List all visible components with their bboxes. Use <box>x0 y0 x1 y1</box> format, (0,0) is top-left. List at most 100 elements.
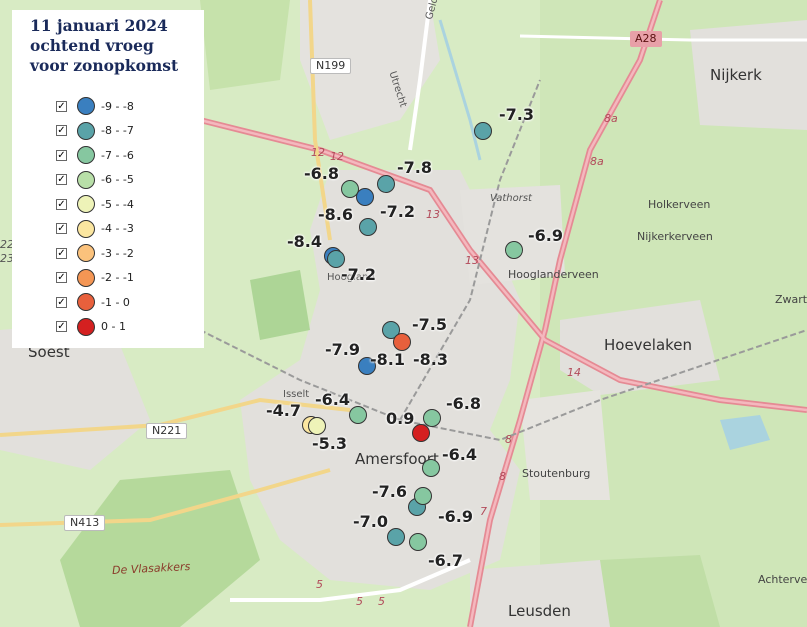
measurement-label: -6.7 <box>428 551 463 570</box>
place-label-zwartebroek: Zwart <box>775 293 807 306</box>
road-number: 5 <box>316 578 323 591</box>
road-shield-n199: N199 <box>310 58 352 74</box>
measurement-label: -7.6 <box>372 482 407 501</box>
measurement-dot[interactable] <box>349 406 367 424</box>
legend-item[interactable]: ✓ -1 - 0 <box>56 290 204 315</box>
legend-item[interactable]: ✓ 0 - 1 <box>56 315 204 340</box>
place-label-holkerveen: Holkerveen <box>648 198 711 211</box>
legend-swatch <box>77 121 95 140</box>
legend-item[interactable]: ✓ -7 - -6 <box>56 143 204 168</box>
road-number: 8a <box>590 155 604 168</box>
legend-item[interactable]: ✓ -4 - -3 <box>56 217 204 242</box>
legend-item[interactable]: ✓ -9 - -8 <box>56 94 204 119</box>
legend-label: -2 - -1 <box>101 271 134 285</box>
legend-item[interactable]: ✓ -5 - -4 <box>56 192 204 217</box>
measurement-label: -7.8 <box>397 158 432 177</box>
measurement-dot[interactable] <box>308 417 326 435</box>
measurement-label: -8.4 <box>287 232 322 251</box>
legend-label: -1 - 0 <box>101 295 130 309</box>
measurement-label: -6.9 <box>528 226 563 245</box>
legend-checkbox[interactable]: ✓ <box>56 223 67 235</box>
measurement-dot[interactable] <box>356 188 374 206</box>
legend-item[interactable]: ✓ -2 - -1 <box>56 266 204 291</box>
measurement-label: -4.7 <box>266 401 301 420</box>
measurement-dot[interactable] <box>393 333 411 351</box>
measurement-dot[interactable] <box>505 241 523 259</box>
legend-swatch <box>77 146 95 165</box>
legend-label: -9 - -8 <box>101 99 134 113</box>
legend-checkbox[interactable]: ✓ <box>56 247 67 259</box>
measurement-dot[interactable] <box>422 459 440 477</box>
measurement-label: -6.9 <box>438 507 473 526</box>
measurement-dot[interactable] <box>359 218 377 236</box>
legend-label: -8 - -7 <box>101 124 134 138</box>
place-label-leusden: Leusden <box>508 602 571 620</box>
place-label-nijkerkerveen: Nijkerkerveen <box>637 230 713 243</box>
legend-title-line: 11 januari 2024 <box>30 16 168 35</box>
measurement-label: -8.3 <box>413 350 448 369</box>
legend-label: -6 - -5 <box>101 173 134 187</box>
measurement-label: -8.6 <box>318 205 353 224</box>
legend-checkbox[interactable]: ✓ <box>56 174 67 186</box>
road-number: 14 <box>567 366 581 379</box>
measurement-dot[interactable] <box>387 528 405 546</box>
measurement-label: -6.8 <box>304 164 339 183</box>
legend-swatch <box>77 195 95 214</box>
legend-checkbox[interactable]: ✓ <box>56 149 67 161</box>
measurement-dot[interactable] <box>414 487 432 505</box>
legend-swatch <box>77 317 95 336</box>
legend-checkbox[interactable]: ✓ <box>56 296 67 308</box>
legend-swatch <box>77 268 95 287</box>
legend-swatch <box>77 97 95 116</box>
legend-label: -7 - -6 <box>101 148 134 162</box>
legend-title-line: voor zonopkomst <box>30 56 179 75</box>
road-number: 12 <box>330 150 344 163</box>
place-label-stoutenburg: Stoutenburg <box>522 467 591 480</box>
legend-swatch <box>77 293 95 312</box>
place-label-vathorst: Vathorst <box>490 193 532 204</box>
measurement-dot[interactable] <box>423 409 441 427</box>
legend-swatch <box>77 170 95 189</box>
measurement-dot[interactable] <box>474 122 492 140</box>
road-number: 8 <box>499 470 506 483</box>
road-number: 13 <box>465 254 479 267</box>
measurement-label: -6.8 <box>446 394 481 413</box>
legend-panel: 11 januari 2024 ochtend vroeg voor zonop… <box>12 10 204 348</box>
road-number: 13 <box>426 208 440 221</box>
legend-checkbox[interactable]: ✓ <box>56 198 67 210</box>
measurement-dot[interactable] <box>412 424 430 442</box>
measurement-dot[interactable] <box>409 533 427 551</box>
road-shield-n221: N221 <box>146 423 188 439</box>
legend-item[interactable]: ✓ -8 - -7 <box>56 119 204 144</box>
legend-label: -5 - -4 <box>101 197 134 211</box>
road-number: 8a <box>604 112 618 125</box>
place-label-isselt: Isselt <box>283 389 310 400</box>
road-number: 7 <box>480 505 487 518</box>
legend-label: 0 - 1 <box>101 320 126 334</box>
legend-swatch <box>77 219 95 238</box>
place-label-nijkerk: Nijkerk <box>710 66 762 84</box>
legend-item[interactable]: ✓ -3 - -2 <box>56 241 204 266</box>
legend-label: -3 - -2 <box>101 246 134 260</box>
measurement-label: -6.4 <box>442 445 477 464</box>
measurement-label: -7.2 <box>341 265 376 284</box>
road-number: 5 <box>356 595 363 608</box>
measurement-label: -6.4 <box>315 390 350 409</box>
legend-label: -4 - -3 <box>101 222 134 236</box>
road-shield-a28: A28 <box>630 31 662 47</box>
measurement-label: -7.2 <box>380 202 415 221</box>
legend-swatch <box>77 244 95 263</box>
measurement-label: -7.0 <box>353 512 388 531</box>
road-number: 12 <box>311 146 325 159</box>
measurement-label: -7.5 <box>412 315 447 334</box>
place-label-hoevelaken: Hoevelaken <box>604 336 693 354</box>
legend-checkbox[interactable]: ✓ <box>56 100 67 112</box>
road-number: 5 <box>378 595 385 608</box>
legend-checkbox[interactable]: ✓ <box>56 125 67 137</box>
legend-checkbox[interactable]: ✓ <box>56 272 67 284</box>
measurement-dot[interactable] <box>377 175 395 193</box>
place-label-achterveld: Achterve <box>758 573 807 586</box>
legend-checkbox[interactable]: ✓ <box>56 321 67 333</box>
legend-item[interactable]: ✓ -6 - -5 <box>56 168 204 193</box>
measurement-label: -5.3 <box>312 434 347 453</box>
